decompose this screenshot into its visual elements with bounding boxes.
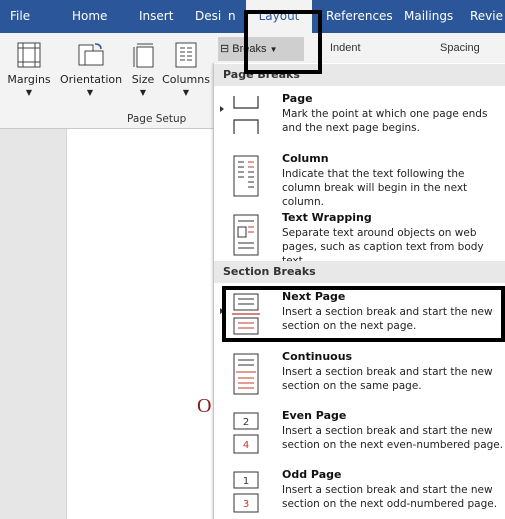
page-break-icon bbox=[233, 96, 259, 134]
orientation-label: Orientation bbox=[60, 73, 123, 86]
menu-item-desc: Insert a section break and start the new… bbox=[282, 425, 504, 451]
columns-icon bbox=[175, 42, 197, 68]
menu-item-desc: Insert a section break and start the new… bbox=[282, 484, 498, 510]
chevron-down-icon: ▼ bbox=[182, 88, 190, 97]
menu-item-page[interactable]: Page Mark the point at which one page en… bbox=[214, 91, 505, 139]
menu-item-desc: Indicate that the text following the col… bbox=[282, 168, 468, 208]
tab-references[interactable]: References bbox=[326, 0, 393, 33]
continuous-icon bbox=[233, 353, 259, 395]
odd-page-icon: 1 3 bbox=[233, 471, 259, 513]
menu-item-title: Odd Page bbox=[282, 468, 342, 481]
text-wrapping-icon bbox=[233, 214, 259, 256]
size-button[interactable]: Size ▼ bbox=[128, 41, 158, 97]
chevron-down-icon: ▼ bbox=[25, 88, 33, 97]
tab-mailings[interactable]: Mailings bbox=[404, 0, 453, 33]
menu-item-title: Continuous bbox=[282, 350, 353, 363]
tab-file[interactable]: File bbox=[10, 0, 30, 33]
tab-insert[interactable]: Insert bbox=[139, 0, 173, 33]
size-label: Size bbox=[131, 73, 155, 86]
menu-item-text-wrapping[interactable]: Text Wrapping Separate text around objec… bbox=[214, 210, 505, 267]
menu-item-title: Text Wrapping bbox=[282, 211, 372, 224]
menu-item-desc: Insert a section break and start the new… bbox=[282, 366, 493, 392]
pointer-arrow-icon bbox=[220, 106, 224, 112]
menu-item-column[interactable]: Column Indicate that the text following … bbox=[214, 151, 505, 208]
menu-item-even-page[interactable]: 2 4 Even Page Insert a section break and… bbox=[214, 408, 505, 460]
spacing-label: Spacing bbox=[440, 42, 480, 54]
columns-label: Columns bbox=[162, 73, 210, 86]
menu-item-title: Column bbox=[282, 152, 329, 165]
orientation-icon bbox=[78, 43, 104, 66]
section-breaks-header: Section Breaks bbox=[214, 261, 505, 283]
column-break-icon bbox=[233, 155, 259, 197]
svg-text:3: 3 bbox=[243, 499, 249, 510]
breaks-icon: ⊟ bbox=[220, 43, 230, 55]
size-icon bbox=[133, 43, 154, 68]
next-page-highlight-box bbox=[222, 286, 505, 342]
menu-item-title: Page bbox=[282, 92, 313, 105]
margins-label: Margins bbox=[7, 73, 51, 86]
indent-label: Indent bbox=[330, 42, 361, 54]
tab-review[interactable]: Revie bbox=[470, 0, 503, 33]
margins-icon bbox=[17, 42, 41, 68]
menu-item-continuous[interactable]: Continuous Insert a section break and st… bbox=[214, 349, 505, 401]
svg-text:4: 4 bbox=[243, 440, 249, 451]
orientation-button[interactable]: Orientation ▼ bbox=[60, 41, 123, 97]
margins-button[interactable]: Margins ▼ bbox=[6, 41, 52, 97]
chevron-down-icon: ▼ bbox=[139, 88, 147, 97]
columns-button[interactable]: Columns ▼ bbox=[162, 41, 210, 97]
svg-text:2: 2 bbox=[243, 417, 249, 428]
even-page-icon: 2 4 bbox=[233, 412, 259, 454]
chevron-down-icon: ▼ bbox=[86, 88, 94, 97]
menu-item-desc: Mark the point at which one page ends an… bbox=[282, 108, 488, 134]
menu-item-title: Even Page bbox=[282, 409, 347, 422]
document-text: O bbox=[197, 395, 212, 417]
tab-design[interactable]: Desi bbox=[195, 0, 221, 33]
tab-design-suffix[interactable]: n bbox=[228, 0, 236, 33]
menu-item-odd-page[interactable]: 1 3 Odd Page Insert a section break and … bbox=[214, 467, 505, 519]
svg-text:1: 1 bbox=[243, 476, 249, 487]
layout-breaks-highlight-box bbox=[244, 10, 322, 74]
page-setup-group-label: Page Setup bbox=[127, 113, 187, 125]
tab-home[interactable]: Home bbox=[72, 0, 107, 33]
